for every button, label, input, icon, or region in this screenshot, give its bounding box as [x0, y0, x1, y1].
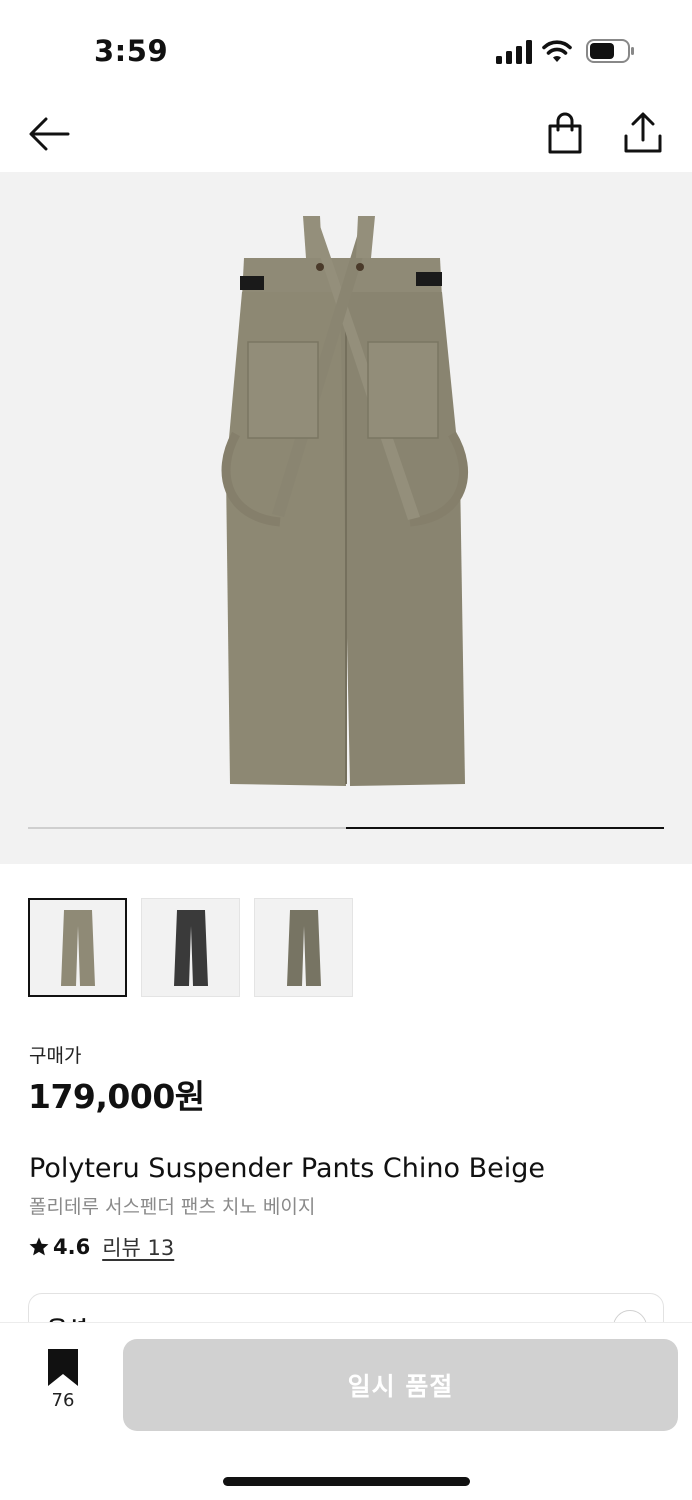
wifi-icon	[542, 40, 572, 62]
rating-value: 4.6	[53, 1235, 91, 1259]
product-name: Polyteru Suspender Pants Chino Beige	[29, 1153, 545, 1184]
price-value: 179,000원	[28, 1077, 205, 1116]
rating-row: 4.6 리뷰 13	[28, 1233, 174, 1261]
bookmark-icon	[48, 1349, 78, 1386]
thumbnail-3[interactable]	[254, 898, 353, 997]
battery-icon	[586, 39, 634, 63]
share-icon[interactable]	[622, 110, 664, 154]
signal-icon	[496, 40, 532, 64]
thumbnail-image	[286, 909, 321, 986]
thumbnail-image	[173, 909, 208, 986]
gallery-progress-fill	[346, 827, 664, 829]
back-arrow-icon[interactable]	[26, 114, 72, 154]
sold-out-button[interactable]: 일시 품절	[123, 1339, 678, 1431]
thumbnail-2[interactable]	[141, 898, 240, 997]
thumbnail-image	[60, 909, 95, 986]
thumbnail-list	[28, 898, 353, 998]
gallery-progress-track	[28, 827, 664, 829]
status-time: 3:59	[94, 34, 169, 68]
review-count-link[interactable]: 리뷰 13	[102, 1232, 174, 1262]
home-indicator	[223, 1477, 470, 1486]
bottom-action-bar: 76 일시 품절	[0, 1322, 692, 1500]
product-name-korean: 폴리테루 서스펜더 팬츠 치노 베이지	[29, 1196, 316, 1218]
product-image-gallery[interactable]	[0, 172, 692, 864]
bookmark-button[interactable]: 76	[36, 1349, 90, 1421]
bookmark-count: 76	[51, 1390, 75, 1411]
status-bar: 3:59	[0, 0, 692, 100]
star-icon	[29, 1237, 49, 1256]
shopping-bag-icon[interactable]	[544, 112, 586, 154]
product-image	[221, 216, 469, 786]
thumbnail-1[interactable]	[28, 898, 127, 997]
top-nav-bar	[0, 100, 692, 172]
price-label: 구매가	[29, 1045, 82, 1067]
